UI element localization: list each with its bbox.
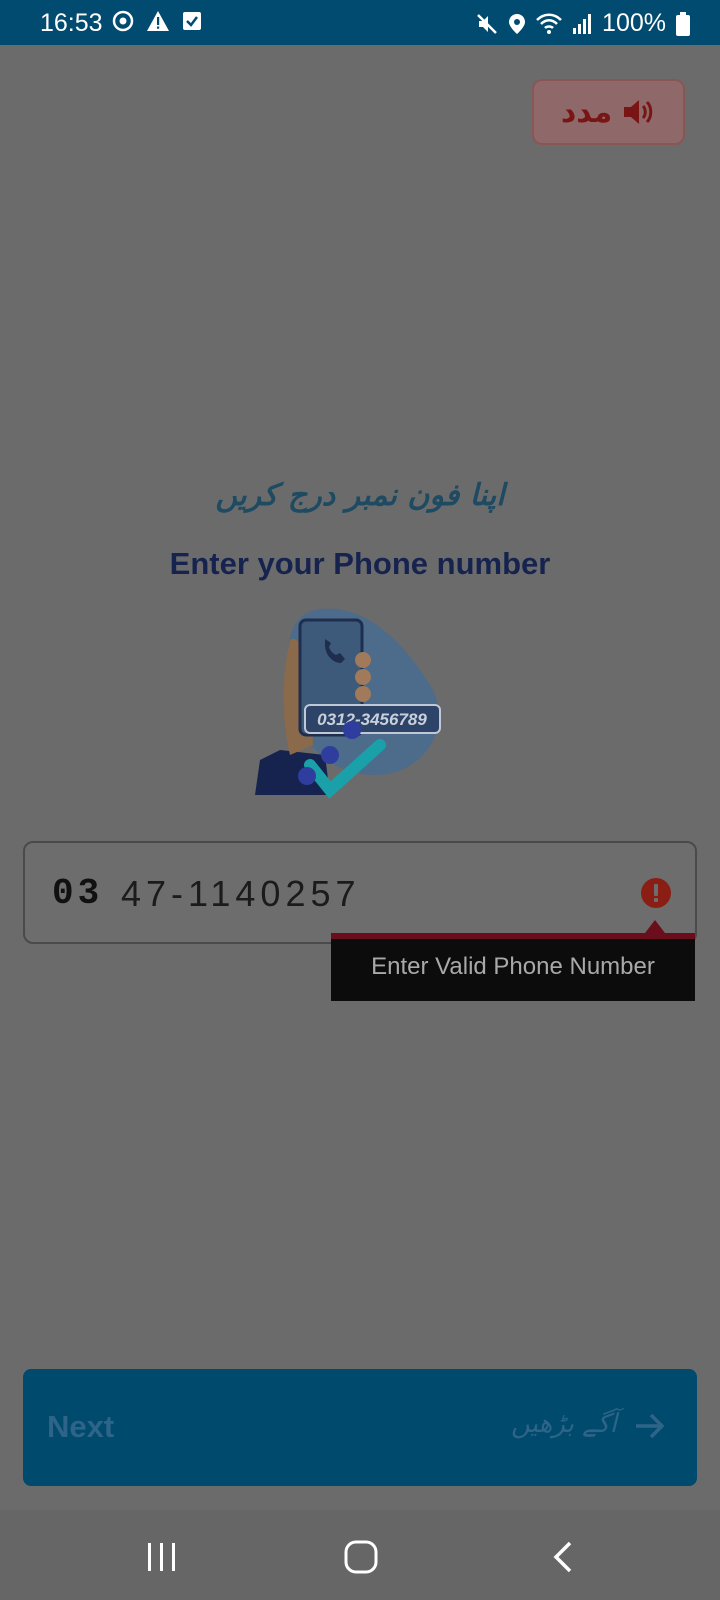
status-right-icons: 100% (476, 9, 690, 38)
page-title-urdu: اپنا فون نمبر درج کریں (215, 478, 505, 513)
signal-icon (572, 13, 592, 35)
next-button[interactable]: Next آگے بڑھیں (23, 1369, 697, 1486)
warning-icon (146, 10, 170, 32)
status-bar: 16:53 100% (0, 0, 720, 45)
tooltip-arrow (645, 920, 665, 933)
status-left-icons (112, 10, 202, 32)
error-tooltip-text: Enter Valid Phone Number (371, 953, 655, 980)
eye-sync-icon (112, 10, 134, 32)
help-label: مدد (560, 95, 613, 129)
next-label-urdu: آگے بڑھیں (511, 1409, 618, 1439)
page-title: Enter your Phone number (169, 546, 551, 581)
home-icon[interactable] (344, 1540, 378, 1579)
mute-icon (476, 13, 498, 35)
phone-prefix: 03 (52, 873, 104, 914)
nav-bar (0, 1510, 720, 1600)
illustration-caption: 0312-3456789 (317, 710, 427, 729)
error-icon[interactable] (640, 877, 672, 914)
help-button[interactable]: مدد (532, 79, 685, 145)
arrow-right-icon (633, 1409, 667, 1448)
wifi-icon (536, 13, 562, 35)
location-icon (508, 13, 526, 35)
phone-number-value[interactable]: 47-1140257 (121, 873, 361, 915)
speaker-icon (622, 97, 656, 127)
recent-apps-icon[interactable] (145, 1540, 179, 1579)
back-icon[interactable] (550, 1540, 580, 1579)
battery-icon (676, 11, 690, 36)
checkbox-icon (182, 10, 202, 32)
status-time: 16:53 (40, 9, 103, 37)
phone-illustration: 0312-3456789 (255, 605, 455, 825)
error-tooltip: Enter Valid Phone Number (331, 933, 695, 1001)
phone-number-input[interactable]: 03 47-1140257 (23, 841, 697, 944)
battery-percent: 100% (602, 9, 666, 37)
next-label: Next (47, 1409, 115, 1444)
